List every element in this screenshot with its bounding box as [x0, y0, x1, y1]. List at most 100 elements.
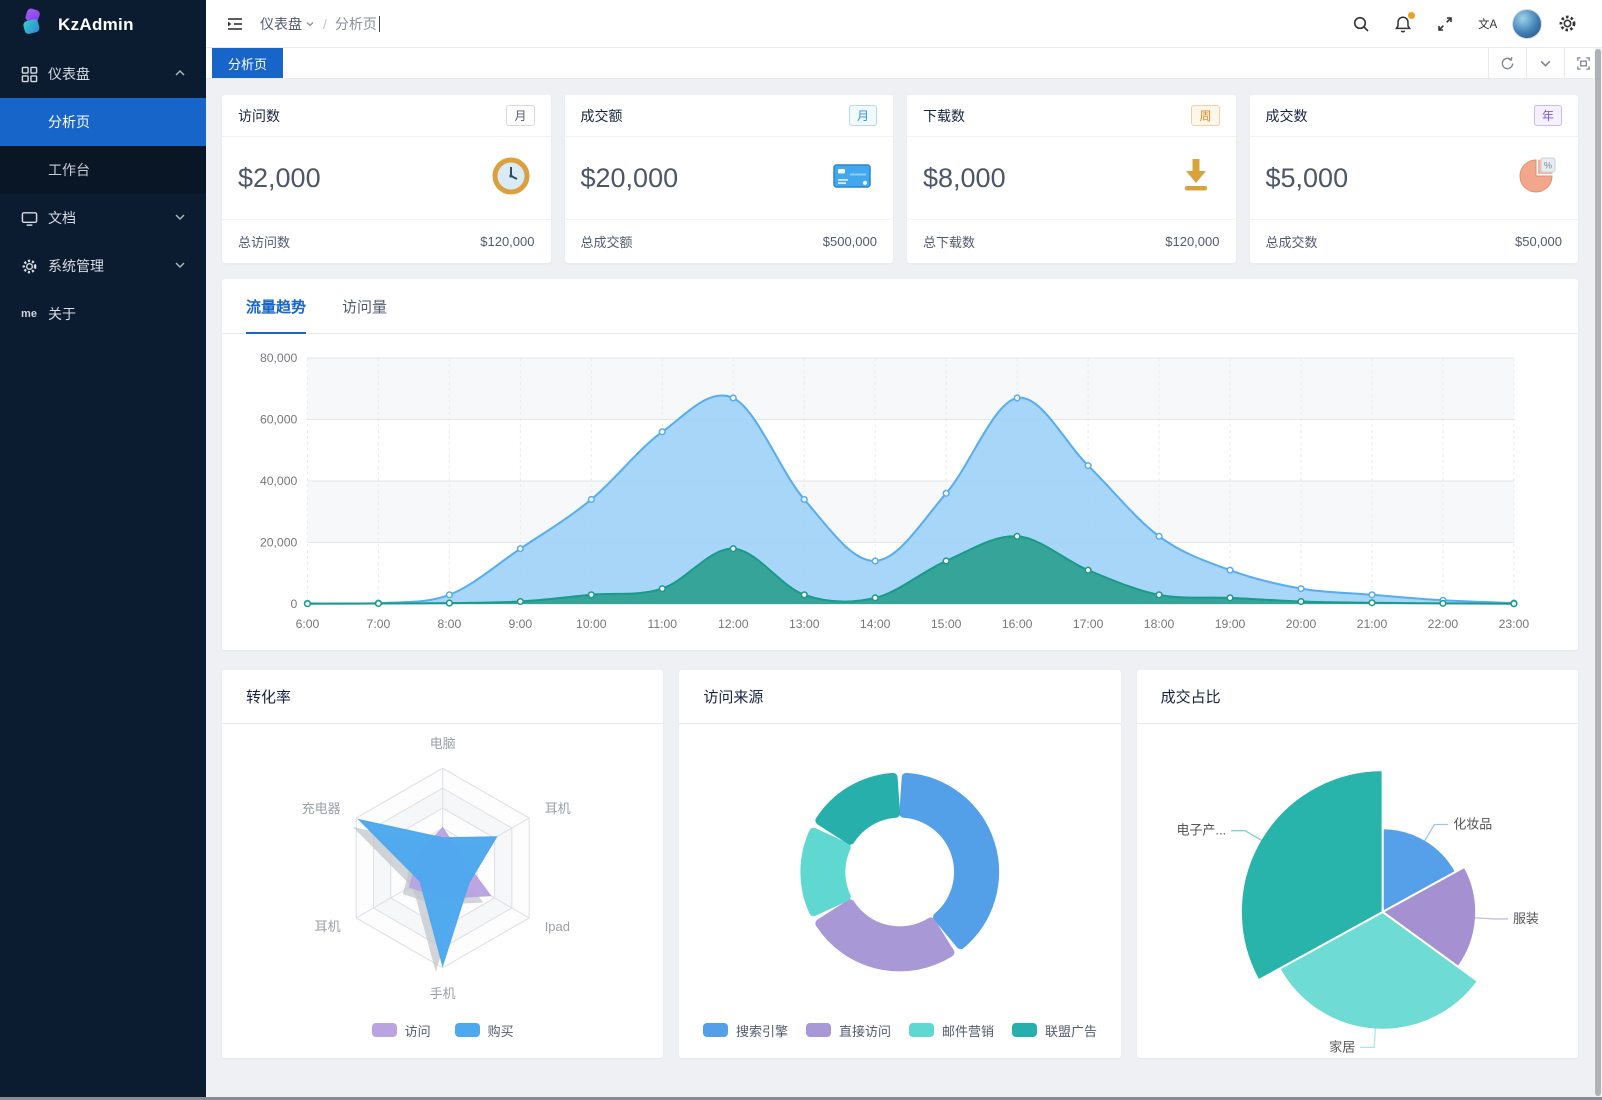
search-icon[interactable]: [1344, 7, 1378, 41]
chevron-down-icon[interactable]: [1526, 48, 1564, 78]
legend-swatch: [455, 1023, 480, 1037]
svg-text:13:00: 13:00: [789, 617, 820, 631]
svg-text:14:00: 14:00: [860, 617, 891, 631]
translate-icon[interactable]: 文A: [1470, 7, 1504, 41]
app-root: KzAdmin 仪表盘 分析页 工作: [0, 0, 1602, 1100]
stat-foot-value: $50,000: [1515, 234, 1562, 249]
sidebar-item-label: 仪表盘: [48, 64, 174, 84]
tab-analysis[interactable]: 分析页: [212, 48, 283, 78]
sidebar-item-label: 文档: [48, 208, 174, 228]
svg-text:10:00: 10:00: [576, 617, 607, 631]
stat-foot-label: 总成交数: [1266, 232, 1318, 251]
pie-percent-icon: %: [1516, 155, 1558, 202]
svg-text:电子产...: 电子产...: [1176, 823, 1226, 838]
page-content: 访问数 月 $2,000: [206, 79, 1602, 1100]
legend-label: 访问: [405, 1021, 431, 1040]
card-title: 访问来源: [679, 670, 1120, 724]
deal-share-rose-chart: 化妆品服装家居电子产...: [1137, 724, 1578, 1054]
visit-source-card: 访问来源 搜索引擎 直接访问 邮件营销联盟广告: [679, 670, 1120, 1058]
sidebar-item-label: 系统管理: [48, 256, 174, 276]
stat-foot-value: $120,000: [1165, 234, 1219, 249]
menu-fold-icon[interactable]: [218, 7, 252, 41]
legend-item[interactable]: 直接访问: [806, 1021, 891, 1040]
tab-visit-volume[interactable]: 访问量: [342, 279, 387, 334]
svg-text:18:00: 18:00: [1144, 617, 1175, 631]
legend-item[interactable]: 邮件营销: [909, 1021, 994, 1040]
svg-text:23:00: 23:00: [1499, 617, 1530, 631]
stat-card-value: $2,000: [238, 163, 321, 194]
legend-item[interactable]: 购买: [455, 1021, 514, 1040]
conversion-radar-chart: 电脑耳机Ipad手机耳机充电器: [222, 724, 663, 1010]
legend-label: 购买: [488, 1021, 514, 1040]
legend-swatch: [909, 1023, 934, 1037]
stat-foot-value: $500,000: [823, 234, 877, 249]
stat-card-title: 下载数: [923, 106, 965, 126]
stat-card-title: 成交额: [581, 106, 623, 126]
stat-card-downloads: 下载数 周 $8,000: [907, 95, 1236, 263]
legend-swatch: [703, 1023, 728, 1037]
stat-card-row: 访问数 月 $2,000: [222, 95, 1578, 263]
app-logo[interactable]: KzAdmin: [0, 0, 206, 50]
period-badge: 月: [849, 105, 877, 126]
svg-text:6:00: 6:00: [296, 617, 320, 631]
traffic-trend-chart: 020,00040,00060,00080,0006:007:008:009:0…: [222, 334, 1578, 650]
legend-item[interactable]: 联盟广告: [1012, 1021, 1097, 1040]
credit-card-icon: [831, 156, 873, 201]
svg-text:40,000: 40,000: [260, 474, 298, 488]
legend-item[interactable]: 访问: [372, 1021, 431, 1040]
traffic-trend-card: 流量趋势 访问量 020,00040,00060,00080,0006:007:…: [222, 279, 1578, 650]
breadcrumb-separator: /: [323, 16, 327, 32]
topbar-actions: 文A: [1344, 7, 1584, 41]
topbar: 仪表盘 / 分析页: [206, 0, 1602, 48]
sidebar-menu: 仪表盘 分析页 工作台 文档: [0, 50, 206, 338]
conversion-rate-card: 转化率 电脑耳机Ipad手机耳机充电器 访问购买: [222, 670, 663, 1058]
sidebar-item-docs[interactable]: 文档: [0, 194, 206, 242]
sidebar-item-dashboard[interactable]: 仪表盘: [0, 50, 206, 98]
svg-text:22:00: 22:00: [1428, 617, 1459, 631]
svg-text:19:00: 19:00: [1215, 617, 1246, 631]
legend-item[interactable]: 搜索引擎: [703, 1021, 788, 1040]
legend-label: 邮件营销: [942, 1021, 994, 1040]
svg-text:11:00: 11:00: [647, 617, 677, 631]
stat-card-turnover: 成交额 月 $20,000: [565, 95, 894, 263]
bell-icon[interactable]: [1386, 7, 1420, 41]
text-cursor: [379, 16, 380, 32]
avatar[interactable]: [1512, 9, 1542, 39]
tab-traffic-trend[interactable]: 流量趋势: [246, 279, 306, 334]
monitor-icon: [20, 209, 38, 227]
svg-text:电脑: 电脑: [430, 736, 456, 751]
svg-text:12:00: 12:00: [718, 617, 749, 631]
period-badge: 月: [506, 105, 534, 126]
notification-dot: [1408, 12, 1415, 19]
me-icon: me: [20, 305, 38, 323]
stat-foot-label: 总成交额: [581, 232, 633, 251]
fullscreen-icon[interactable]: [1428, 7, 1462, 41]
donut-legend: 搜索引擎 直接访问 邮件营销联盟广告: [703, 1010, 1097, 1050]
settings-icon[interactable]: [1550, 7, 1584, 41]
chevron-down-icon: [174, 210, 186, 226]
period-badge: 年: [1534, 105, 1562, 126]
stat-card-visits: 访问数 月 $2,000: [222, 95, 551, 263]
sidebar-item-analysis[interactable]: 分析页: [0, 98, 206, 146]
legend-label: 直接访问: [839, 1021, 891, 1040]
gear-icon: [20, 257, 38, 275]
sidebar-item-workbench[interactable]: 工作台: [0, 146, 206, 194]
sidebar-item-about[interactable]: me 关于: [0, 290, 206, 338]
refresh-icon[interactable]: [1488, 48, 1526, 78]
scrollbar-thumb[interactable]: [1595, 49, 1601, 1096]
stat-foot-label: 总访问数: [238, 232, 290, 251]
svg-text:充电器: 充电器: [302, 801, 341, 816]
svg-text:%: %: [1544, 160, 1552, 170]
svg-text:文A: 文A: [1478, 17, 1497, 31]
breadcrumb-item-analysis: 分析页: [335, 14, 377, 34]
sidebar-item-system[interactable]: 系统管理: [0, 242, 206, 290]
breadcrumb-item-dashboard[interactable]: 仪表盘: [260, 14, 315, 34]
svg-text:20,000: 20,000: [260, 536, 298, 550]
chevron-up-icon: [174, 66, 186, 82]
legend-swatch: [372, 1023, 397, 1037]
vertical-scrollbar[interactable]: [1594, 48, 1602, 1097]
legend-swatch: [806, 1023, 831, 1037]
card-title: 转化率: [222, 670, 663, 724]
svg-text:耳机: 耳机: [545, 801, 571, 816]
bottom-card-row: 转化率 电脑耳机Ipad手机耳机充电器 访问购买 访问来源 搜索引擎直接访问邮件…: [222, 670, 1578, 1058]
